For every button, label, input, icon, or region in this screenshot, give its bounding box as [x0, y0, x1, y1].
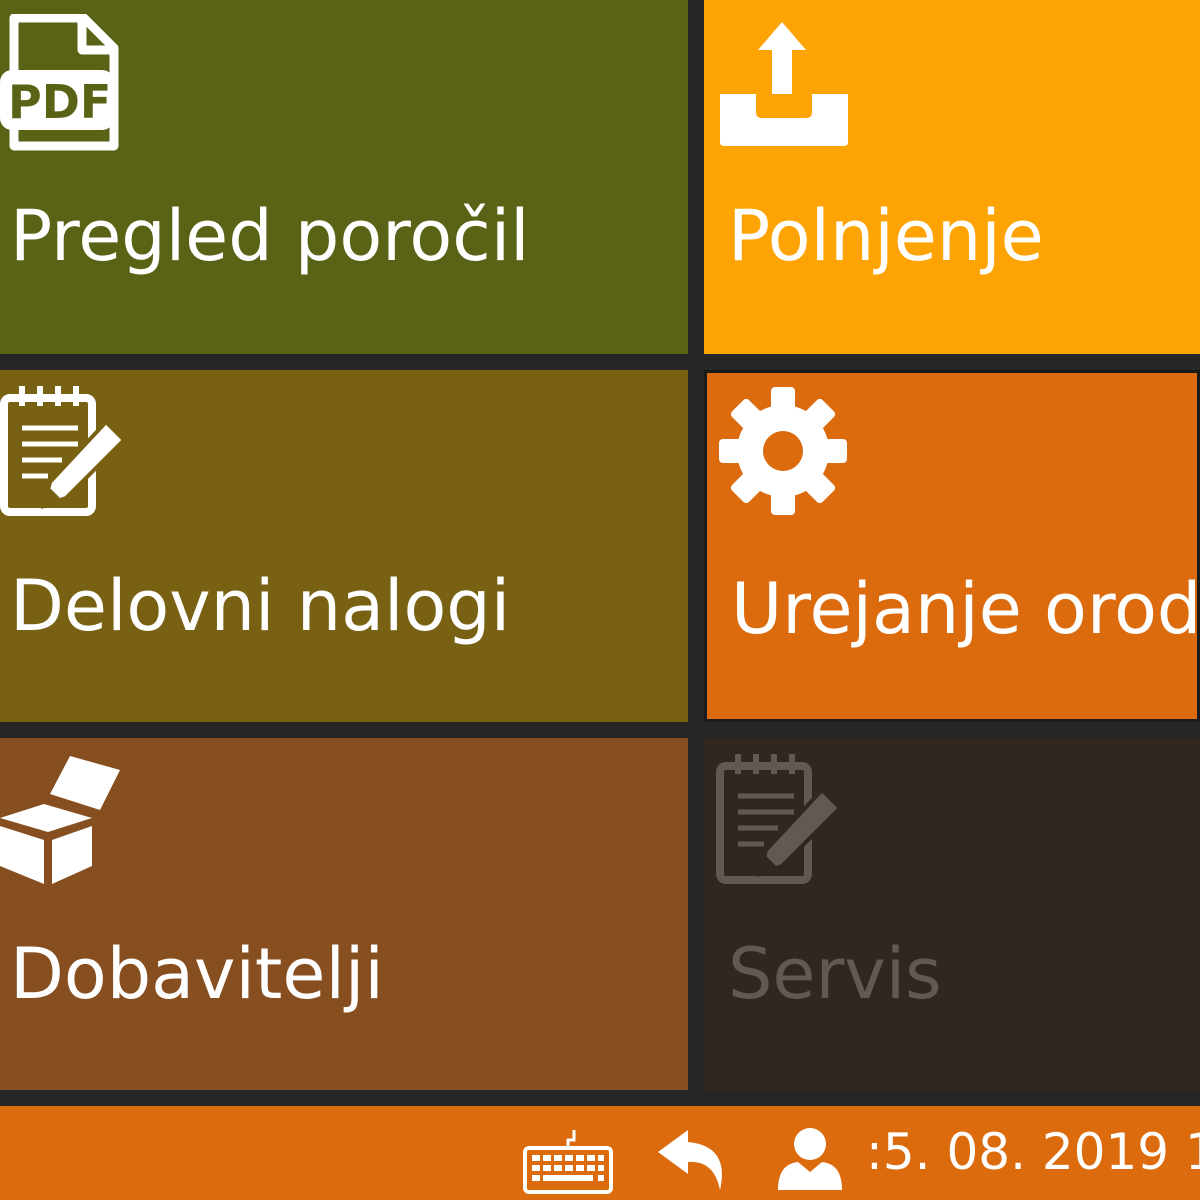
svg-text:PDF: PDF — [8, 75, 111, 129]
user-icon[interactable] — [776, 1126, 844, 1196]
tile-service-label: Servis — [728, 933, 942, 1015]
bottom-status-bar: :5. 08. 2019 18 — [0, 1106, 1200, 1200]
tile-charging-label: Polnjenje — [728, 195, 1044, 277]
open-box-icon — [0, 752, 140, 892]
tile-tools-label: Urejanje orodi — [731, 568, 1200, 650]
main-menu-screen: PDF Pregled poročil Polnjenje Delovni na… — [0, 0, 1200, 1200]
tile-tools[interactable]: Urejanje orodi — [704, 370, 1200, 722]
notepad-pencil-icon — [0, 384, 140, 524]
tile-orders[interactable]: Delovni nalogi — [0, 370, 688, 722]
tile-service[interactable]: Servis — [704, 738, 1200, 1090]
datetime-display: :5. 08. 2019 18 — [866, 1123, 1200, 1181]
tile-reports[interactable]: PDF Pregled poročil — [0, 0, 688, 354]
upload-tray-icon — [716, 14, 856, 154]
pdf-file-icon: PDF — [0, 14, 140, 154]
gear-icon — [719, 387, 859, 527]
tile-suppliers-label: Dobavitelji — [10, 933, 384, 1015]
tile-reports-label: Pregled poročil — [10, 195, 530, 277]
keyboard-icon[interactable] — [522, 1128, 614, 1200]
notepad-pencil-icon — [716, 752, 856, 892]
tile-suppliers[interactable]: Dobavitelji — [0, 738, 688, 1090]
tile-charging[interactable]: Polnjenje — [704, 0, 1200, 354]
back-arrow-icon[interactable] — [656, 1126, 736, 1196]
tile-orders-label: Delovni nalogi — [10, 565, 511, 647]
